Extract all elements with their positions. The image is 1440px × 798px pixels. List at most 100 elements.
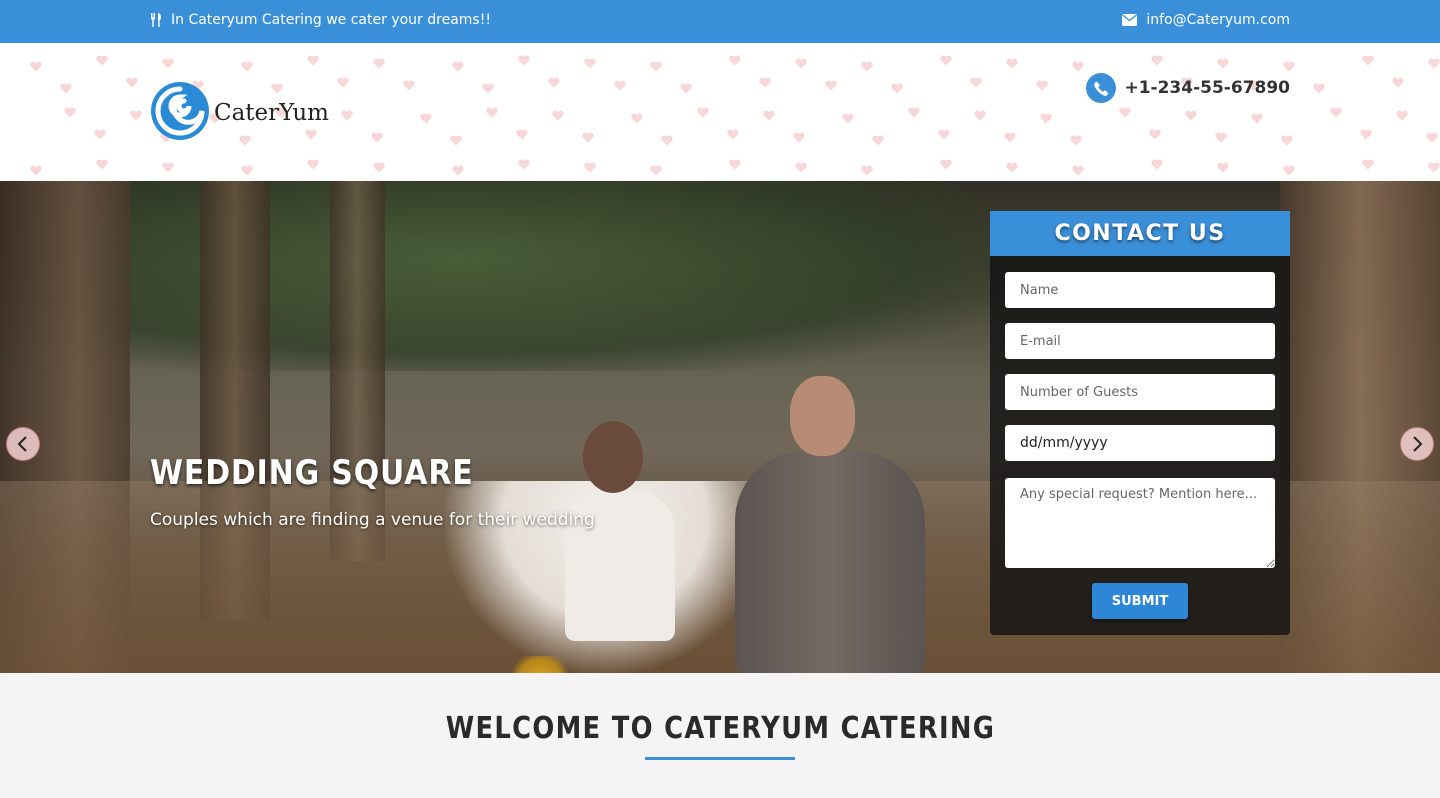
- heart-pattern-icon: [60, 79, 72, 94]
- heart-pattern-icon: [1362, 51, 1374, 66]
- heart-pattern-icon: [64, 103, 76, 118]
- heart-pattern-icon: [548, 73, 560, 88]
- slider-prev-button[interactable]: [6, 427, 40, 461]
- heart-pattern-icon: [872, 131, 884, 146]
- heart-pattern-icon: [661, 131, 673, 146]
- welcome-title: WELCOME TO CATERYUM CATERING: [445, 711, 995, 746]
- heart-pattern-icon: [1185, 106, 1197, 121]
- email-input[interactable]: [1005, 323, 1275, 359]
- slider-next-button[interactable]: [1400, 427, 1434, 461]
- heart-pattern-icon: [861, 161, 873, 176]
- heart-pattern-icon: [1313, 79, 1325, 94]
- heart-pattern-icon: [584, 158, 596, 173]
- heart-pattern-icon: [940, 51, 952, 66]
- heart-pattern-icon: [1217, 158, 1229, 173]
- top-bar: In Cateryum Catering we cater your dream…: [0, 0, 1440, 43]
- heart-pattern-icon: [307, 155, 319, 170]
- heart-pattern-icon: [130, 106, 142, 121]
- heart-pattern-icon: [727, 125, 739, 140]
- heart-pattern-icon: [482, 79, 494, 94]
- heart-pattern-icon: [1151, 51, 1163, 66]
- contact-form: CONTACT US SUBMIT: [990, 211, 1290, 635]
- heart-pattern-icon: [974, 106, 986, 121]
- phone-group[interactable]: +1-234-55-67890: [1086, 73, 1290, 103]
- heart-pattern-icon: [1215, 128, 1227, 143]
- envelope-icon: [1122, 14, 1138, 26]
- heart-pattern-icon: [341, 106, 353, 121]
- chevron-right-icon: [1413, 436, 1423, 452]
- chevron-left-icon: [17, 436, 27, 452]
- site-header: CaterYum +1-234-55-67890: [0, 43, 1440, 181]
- heart-pattern-icon: [518, 51, 530, 66]
- tagline-group: In Cateryum Catering we cater your dream…: [150, 12, 491, 28]
- fork-knife-icon: [151, 13, 161, 27]
- heart-pattern-icon: [1119, 103, 1131, 118]
- heart-pattern-icon: [861, 57, 873, 72]
- heart-pattern-icon: [1428, 54, 1440, 69]
- heart-pattern-icon: [582, 128, 594, 143]
- heart-pattern-icon: [94, 125, 106, 140]
- heart-pattern-icon: [450, 131, 462, 146]
- heart-pattern-icon: [1360, 125, 1372, 140]
- heart-pattern-icon: [307, 51, 319, 66]
- special-request-textarea[interactable]: [1005, 478, 1275, 568]
- welcome-title-wrap: WELCOME TO CATERYUM CATERING: [0, 711, 1440, 746]
- phone-number[interactable]: +1-234-55-67890: [1124, 78, 1290, 98]
- heart-pattern-icon: [795, 158, 807, 173]
- hero-subtitle: Couples which are finding a venue for th…: [150, 510, 595, 530]
- heart-pattern-icon: [1283, 161, 1295, 176]
- heart-pattern-icon: [241, 57, 253, 72]
- heart-pattern-icon: [1283, 57, 1295, 72]
- heart-pattern-icon: [126, 73, 138, 88]
- heart-pattern-icon: [1036, 76, 1048, 91]
- heart-pattern-icon: [680, 79, 692, 94]
- heart-pattern-icon: [337, 73, 349, 88]
- name-input[interactable]: [1005, 272, 1275, 308]
- hero-bride-head: [583, 421, 643, 493]
- heart-pattern-icon: [1072, 57, 1084, 72]
- heart-pattern-icon: [1251, 109, 1263, 124]
- heart-pattern-icon: [30, 57, 42, 72]
- heart-pattern-icon: [729, 155, 741, 170]
- welcome-section: WELCOME TO CATERYUM CATERING: [0, 673, 1440, 798]
- heart-pattern-icon: [452, 161, 464, 176]
- heart-pattern-icon: [1362, 155, 1374, 170]
- heart-pattern-icon: [759, 73, 771, 88]
- heart-pattern-icon: [1149, 125, 1161, 140]
- heart-pattern-icon: [1072, 161, 1084, 176]
- heart-pattern-icon: [403, 76, 415, 91]
- heart-pattern-icon: [614, 76, 626, 91]
- contact-heading: CONTACT US: [990, 211, 1290, 256]
- date-input[interactable]: [1005, 425, 1275, 461]
- heart-pattern-icon: [729, 51, 741, 66]
- heart-pattern-icon: [1281, 131, 1293, 146]
- heart-pattern-icon: [371, 128, 383, 143]
- heart-pattern-icon: [96, 155, 108, 170]
- heart-pattern-icon: [373, 54, 385, 69]
- heart-pattern-icon: [631, 109, 643, 124]
- hero-bouquet: [505, 656, 575, 673]
- heart-pattern-icon: [162, 54, 174, 69]
- heart-pattern-icon: [970, 73, 982, 88]
- heart-pattern-icon: [1392, 73, 1404, 88]
- email-group[interactable]: info@Cateryum.com: [1122, 12, 1290, 28]
- title-underline: [645, 757, 795, 760]
- heart-pattern-icon: [1006, 158, 1018, 173]
- guests-input[interactable]: [1005, 374, 1275, 410]
- email-link[interactable]: info@Cateryum.com: [1146, 12, 1290, 28]
- hero-groom: [735, 451, 925, 673]
- logo[interactable]: CaterYum: [150, 81, 329, 141]
- heart-pattern-icon: [1396, 106, 1408, 121]
- tagline-text: In Cateryum Catering we cater your dream…: [171, 12, 491, 28]
- submit-button[interactable]: SUBMIT: [1092, 583, 1188, 619]
- wave-logo-icon: [151, 82, 209, 140]
- heart-pattern-icon: [162, 158, 174, 173]
- heart-pattern-icon: [552, 106, 564, 121]
- heart-pattern-icon: [842, 109, 854, 124]
- heart-pattern-icon: [518, 155, 530, 170]
- hero-title: WEDDING SQUARE: [150, 453, 474, 493]
- hero-groom-head: [790, 376, 855, 456]
- heart-pattern-icon: [516, 125, 528, 140]
- heart-pattern-icon: [486, 103, 498, 118]
- heart-pattern-icon: [940, 155, 952, 170]
